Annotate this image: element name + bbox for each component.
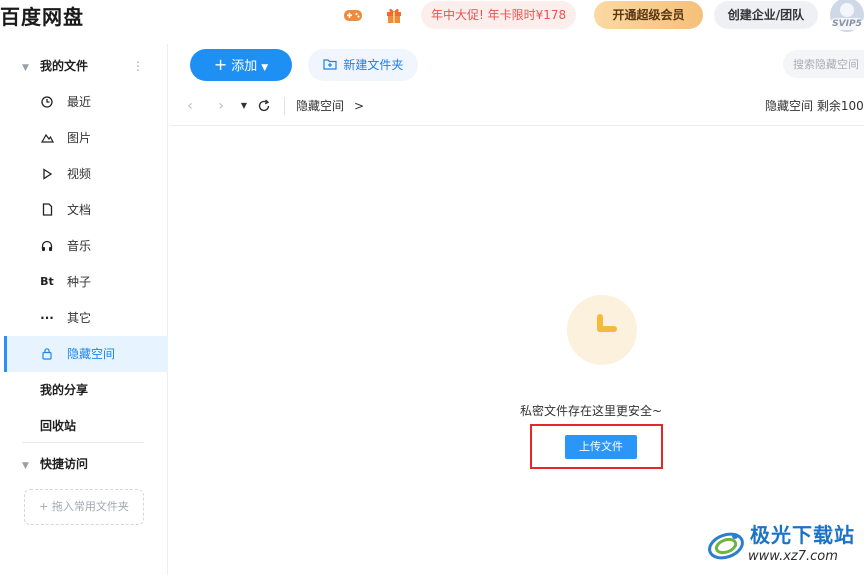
sidebar-item-videos[interactable]: 视频 [4,156,168,192]
sidebar-item-music[interactable]: 音乐 [4,228,168,264]
history-dropdown-icon[interactable]: ▼ [236,97,252,115]
sidebar-item-label: 文档 [67,203,92,217]
sidebar-item-label: 视频 [67,167,92,181]
watermark-url: www.xz7.com [748,549,838,564]
refresh-icon[interactable] [256,97,272,115]
sidebar-divider [22,442,144,443]
sidebar-item-other[interactable]: ··· 其它 [4,300,168,336]
breadcrumb-current[interactable]: 隐藏空间 [296,98,344,114]
sidebar-item-documents[interactable]: 文档 [4,192,168,228]
caret-down-icon: ▼ [22,461,29,471]
sidebar-item-images[interactable]: 图片 [4,120,168,156]
sidebar-section-my-files[interactable]: ▼ 我的文件 [22,56,88,76]
sidebar-item-hidden-space[interactable]: 隐藏空间 [4,336,168,372]
add-button-label: 添加 [231,59,258,74]
clock-hand [597,326,617,332]
clock-icon [40,84,54,122]
sidebar-item-label: 其它 [67,311,92,325]
top-header: 百度网盘 年中大促! 年卡限时¥178 开通超级会员 创建企业/团队 SVIP5 [0,0,864,32]
forward-arrow-icon[interactable]: › [213,97,229,115]
quick-access-drop-zone[interactable]: + 拖入常用文件夹 [24,489,144,525]
sidebar-item-label: 音乐 [67,239,92,253]
space-quota-text: 隐藏空间 剩余1000 [765,99,864,113]
watermark-logo-icon [706,524,746,564]
new-folder-button[interactable]: 新建文件夹 [308,49,418,81]
back-arrow-icon[interactable]: ‹ [182,97,198,115]
sidebar-item-recycle-bin[interactable]: 回收站 [40,416,76,436]
sidebar-item-torrents[interactable]: Bt 种子 [4,264,168,300]
path-nav-bar: ‹ › ▼ 隐藏空间 > 隐藏空间 剩余1000 [170,88,864,126]
document-icon [40,192,54,230]
headphones-icon [40,228,54,266]
sidebar-section-label: 我的文件 [40,59,89,73]
sidebar-item-label: 种子 [67,275,92,289]
play-icon [40,156,54,194]
caret-down-icon: ▼ [22,63,29,73]
gift-icon[interactable] [384,6,404,24]
folder-plus-icon [322,58,341,72]
sidebar-section-quick-access[interactable]: ▼ 快捷访问 [22,454,88,474]
bt-icon: Bt [40,275,54,288]
gamepad-icon[interactable] [343,6,363,24]
lock-icon [40,336,54,374]
create-team-button[interactable]: 创建企业/团队 [714,1,818,29]
svip-badge: SVIP5 [830,18,864,30]
more-icon: ··· [40,311,54,325]
more-vertical-icon[interactable]: ⋮ [132,56,144,76]
breadcrumb-separator: > [354,99,365,113]
sidebar-item-label: 图片 [67,131,92,145]
empty-state-message: 私密文件存在这里更安全~ [520,404,663,418]
highlight-frame [530,424,663,469]
promo-banner[interactable]: 年中大促! 年卡限时¥178 [421,1,577,29]
add-button[interactable]: + 添加 ▼ [190,49,292,81]
search-input[interactable] [783,50,864,78]
open-svip-button[interactable]: 开通超级会员 [594,1,703,29]
sidebar-section-label: 快捷访问 [40,457,89,471]
app-title: 百度网盘 [0,5,84,29]
caret-down-icon: ▼ [261,63,269,73]
sidebar-item-label: 隐藏空间 [67,347,116,361]
sidebar-item-my-share[interactable]: 我的分享 [40,380,88,400]
sidebar-item-recent[interactable]: 最近 [4,84,168,120]
plus-icon: + [213,55,228,74]
watermark-title: 极光下载站 [750,523,855,547]
image-icon [40,120,54,158]
nav-divider [284,97,285,115]
sidebar-item-label: 最近 [67,95,92,109]
new-folder-label: 新建文件夹 [343,58,404,72]
